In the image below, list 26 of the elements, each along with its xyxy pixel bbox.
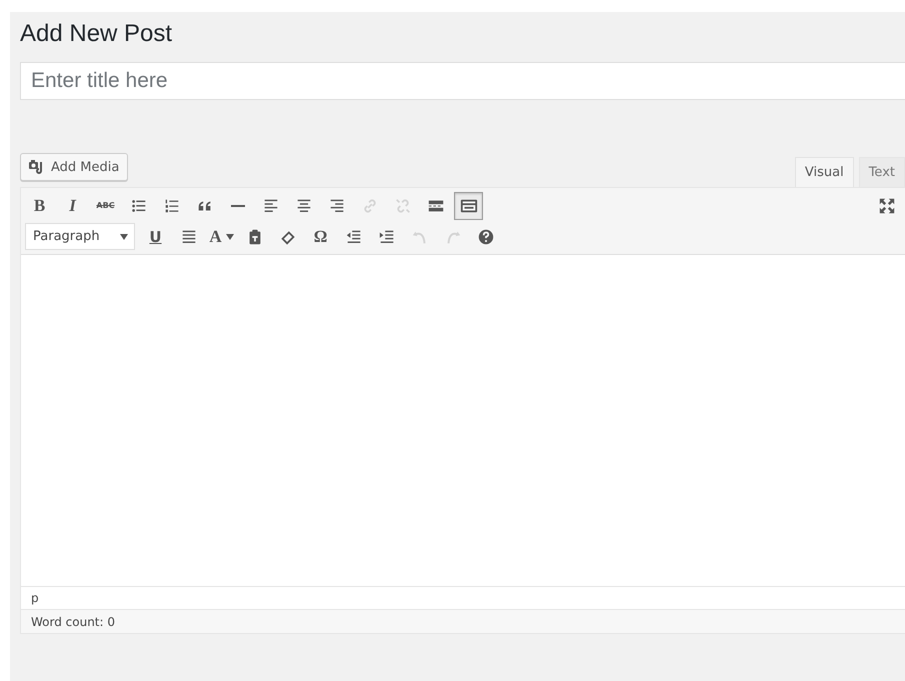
justify-icon [180,228,198,246]
editor-tab[interactable]: Text [858,157,905,187]
format-dropdown[interactable]: Paragraph [25,223,135,250]
indent-icon [378,228,396,246]
align-center-icon [294,196,312,214]
title-field[interactable]: Enter title here [20,62,905,100]
horizontal-line-icon [228,204,246,206]
align-left-icon [262,196,280,214]
help-icon [476,228,494,246]
underline-button[interactable]: U [141,222,170,250]
bold-button[interactable]: B [25,192,54,220]
editor-tab[interactable]: Visual [794,157,854,187]
text-color-button[interactable]: A [207,222,236,250]
align-right-icon [328,196,346,214]
element-path: p [31,591,39,605]
numbered-list-icon [162,196,180,214]
italic-button[interactable]: I [58,192,87,220]
broken-link-icon [394,196,412,214]
special-character-button[interactable]: Ω [306,222,335,250]
outdent-icon [344,228,362,246]
fullscreen-icon [878,196,896,214]
page-heading: Add New Post [20,20,174,48]
word-count: Word count: 0 [31,614,116,628]
strikethrough-button[interactable]: ABC [91,192,120,220]
caret-icon [120,234,128,240]
add-media-button[interactable]: Add Media [20,153,128,181]
